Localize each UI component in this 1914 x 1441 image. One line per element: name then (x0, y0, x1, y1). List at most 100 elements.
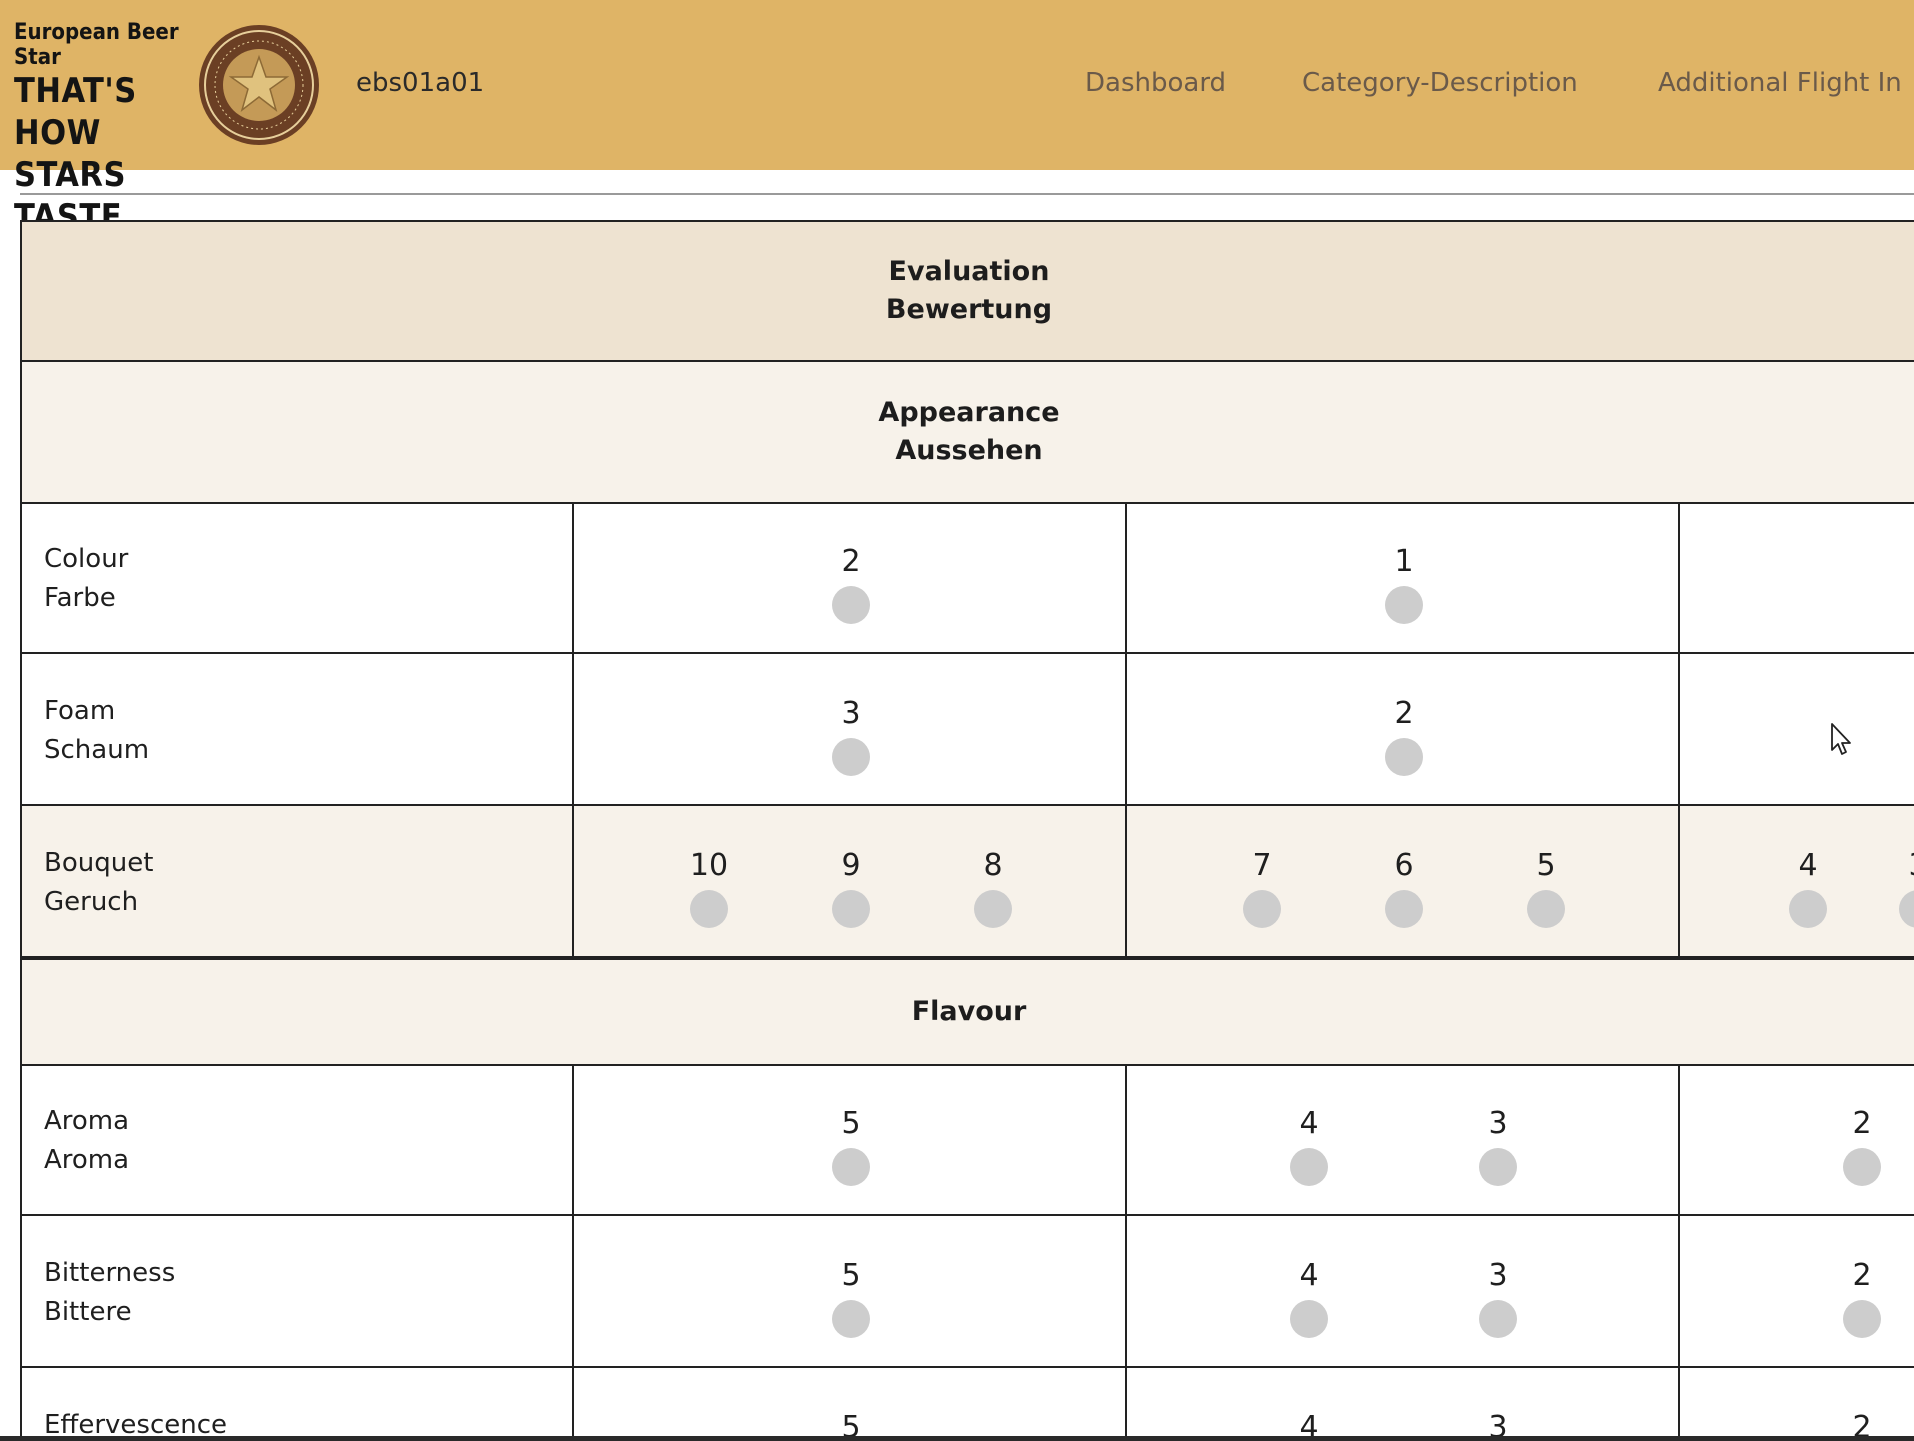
nav-category-description[interactable]: Category-Description (1302, 68, 1578, 98)
score-radio[interactable] (832, 890, 870, 928)
label-de: Aroma (44, 1145, 130, 1175)
score-radio[interactable] (1385, 738, 1423, 776)
nav-additional-flight-info[interactable]: Additional Flight In (1658, 68, 1902, 98)
score-option[interactable]: 6 (1364, 846, 1444, 928)
row-effervescence: Effervescence 5 4 3 2 (20, 1368, 1914, 1436)
appearance-title-de: Aussehen (895, 435, 1043, 466)
score-radio[interactable] (1243, 890, 1281, 928)
score-option[interactable]: 3 (1458, 1256, 1538, 1338)
score-option[interactable]: 3 (1878, 846, 1914, 928)
score-radio[interactable] (974, 890, 1012, 928)
user-id: ebs01a01 (356, 68, 485, 98)
score-option[interactable]: 1 (1364, 542, 1444, 624)
column-divider (572, 1216, 574, 1366)
column-divider (572, 1064, 574, 1214)
column-divider (572, 654, 574, 804)
score-radio[interactable] (690, 890, 728, 928)
row-label: Bouquet Geruch (44, 844, 153, 922)
flavour-title: Flavour (911, 996, 1027, 1027)
score-radio[interactable] (1789, 890, 1827, 928)
score-value: 5 (841, 1258, 861, 1293)
score-option[interactable]: 2 (811, 542, 891, 624)
score-option[interactable]: 10 (669, 846, 749, 928)
score-radio[interactable] (1843, 1148, 1881, 1186)
evaluation-header: Evaluation Bewertung (20, 220, 1914, 362)
appearance-title-en: Appearance (878, 397, 1060, 428)
score-option[interactable]: 3 (1458, 1104, 1538, 1186)
row-bitterness: Bitterness Bittere 5 4 3 2 (20, 1216, 1914, 1368)
score-option[interactable]: 2 (1822, 1256, 1902, 1338)
score-option[interactable]: 4 (1269, 1256, 1349, 1338)
row-bouquet: Bouquet Geruch 10 9 8 7 6 5 4 3 (20, 806, 1914, 958)
score-option[interactable]: 2 (1822, 1408, 1902, 1436)
score-radio[interactable] (1290, 1148, 1328, 1186)
score-option[interactable]: 2 (1822, 1104, 1902, 1186)
score-radio[interactable] (832, 1300, 870, 1338)
label-en: Foam (44, 696, 116, 726)
score-radio[interactable] (1479, 1148, 1517, 1186)
divider (20, 193, 1914, 195)
score-option[interactable]: 4 (1768, 846, 1848, 928)
score-value: 2 (1852, 1258, 1872, 1293)
score-radio[interactable] (832, 586, 870, 624)
score-radio[interactable] (832, 1148, 870, 1186)
label-de: Geruch (44, 887, 139, 917)
score-radio[interactable] (1479, 1300, 1517, 1338)
score-value: 4 (1798, 848, 1818, 883)
label-de: Farbe (44, 583, 116, 613)
column-divider (1125, 1368, 1127, 1436)
score-option[interactable]: 5 (1506, 846, 1586, 928)
row-colour: Colour Farbe 2 1 (20, 502, 1914, 654)
score-value: 6 (1394, 848, 1414, 883)
score-option[interactable]: 5 (811, 1408, 891, 1436)
row-foam: Foam Schaum 3 2 (20, 654, 1914, 806)
score-radio[interactable] (1899, 890, 1914, 928)
evaluation-title-de: Bewertung (885, 294, 1053, 325)
score-option[interactable]: 5 (811, 1104, 891, 1186)
score-radio[interactable] (1385, 586, 1423, 624)
label-en: Aroma (44, 1106, 130, 1136)
score-radio[interactable] (1843, 1300, 1881, 1338)
score-value: 2 (1394, 696, 1414, 731)
score-option[interactable]: 4 (1269, 1408, 1349, 1436)
column-divider (1125, 1216, 1127, 1366)
award-seal-logo (199, 25, 319, 145)
score-option[interactable]: 4 (1269, 1104, 1349, 1186)
brand-logo-text[interactable]: European Beer Star THAT'S HOW STARS TAST… (14, 20, 199, 238)
score-value: 1 (1394, 544, 1414, 579)
score-value: 2 (1852, 1106, 1872, 1141)
score-option[interactable]: 3 (811, 694, 891, 776)
score-option[interactable]: 5 (811, 1256, 891, 1338)
score-value: 2 (1852, 1410, 1872, 1436)
score-option[interactable]: 2 (1364, 694, 1444, 776)
flavour-section-header: Flavour (20, 958, 1914, 1066)
score-radio[interactable] (1527, 890, 1565, 928)
score-value: 5 (1536, 848, 1556, 883)
score-option[interactable]: 7 (1222, 846, 1302, 928)
score-option[interactable]: 9 (811, 846, 891, 928)
score-radio[interactable] (1385, 890, 1423, 928)
label-en: Bitterness (44, 1258, 176, 1288)
column-divider (572, 502, 574, 652)
score-option[interactable]: 3 (1458, 1408, 1538, 1436)
score-option[interactable]: 8 (953, 846, 1033, 928)
label-en: Effervescence (44, 1410, 228, 1436)
score-value: 5 (841, 1106, 861, 1141)
score-value: 4 (1299, 1410, 1319, 1436)
score-radio[interactable] (1290, 1300, 1328, 1338)
column-divider (1678, 806, 1680, 956)
column-divider (572, 806, 574, 956)
column-divider (1678, 1216, 1680, 1366)
score-value: 2 (841, 544, 861, 579)
mouse-cursor-icon (1831, 723, 1851, 755)
score-value: 9 (841, 848, 861, 883)
score-value: 3 (841, 696, 861, 731)
column-divider (1678, 1368, 1680, 1436)
column-divider (1678, 654, 1680, 804)
appearance-section-header: Appearance Aussehen (20, 360, 1914, 504)
score-value: 4 (1299, 1258, 1319, 1293)
nav-dashboard[interactable]: Dashboard (1085, 68, 1226, 98)
score-value: 10 (689, 848, 729, 883)
row-aroma: Aroma Aroma 5 4 3 2 (20, 1064, 1914, 1216)
score-radio[interactable] (832, 738, 870, 776)
